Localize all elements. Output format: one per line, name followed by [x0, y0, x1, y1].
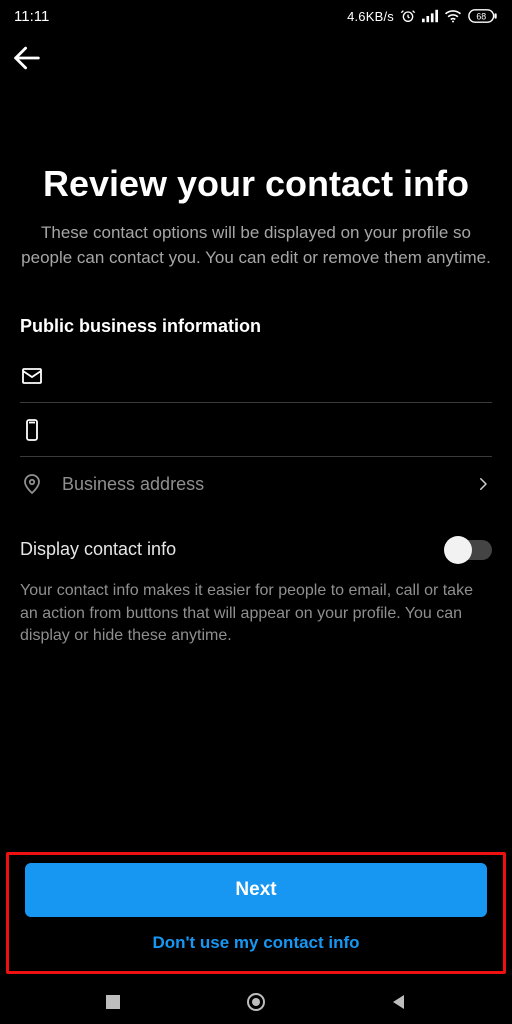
display-contact-toggle[interactable] [446, 540, 492, 560]
section-label-public-info: Public business information [20, 316, 492, 337]
page-subtitle: These contact options will be displayed … [20, 221, 492, 270]
display-contact-toggle-row: Display contact info [20, 539, 492, 560]
phone-field[interactable] [20, 403, 492, 457]
nav-home-button[interactable] [226, 991, 286, 1013]
toggle-knob [444, 536, 472, 564]
battery-level: 68 [476, 12, 486, 22]
alarm-icon [400, 8, 416, 24]
address-field[interactable]: Business address [20, 457, 492, 511]
nav-back-button[interactable] [369, 993, 429, 1011]
next-button[interactable]: Next [25, 863, 487, 917]
status-bar: 11:11 4.6KB/s 68 [0, 0, 512, 30]
actions-highlight-box: Next Don't use my contact info [6, 852, 506, 974]
email-icon [20, 364, 46, 388]
phone-icon [20, 418, 46, 442]
status-network-speed: 4.6KB/s [347, 9, 394, 24]
chevron-right-icon [474, 475, 492, 493]
system-nav-bar [0, 980, 512, 1024]
battery-icon: 68 [468, 8, 498, 24]
address-label: Business address [62, 474, 458, 495]
status-time: 11:11 [14, 8, 49, 25]
nav-recent-button[interactable] [83, 993, 143, 1011]
page-title: Review your contact info [20, 162, 492, 205]
signal-icon [422, 9, 438, 23]
wifi-icon [444, 9, 462, 23]
location-pin-icon [20, 472, 46, 496]
display-contact-helper: Your contact info makes it easier for pe… [20, 580, 492, 647]
email-field[interactable] [20, 349, 492, 403]
back-arrow-icon[interactable] [10, 41, 44, 75]
dont-use-contact-button[interactable]: Don't use my contact info [25, 917, 487, 961]
app-bar [0, 30, 512, 86]
display-contact-label: Display contact info [20, 539, 176, 560]
